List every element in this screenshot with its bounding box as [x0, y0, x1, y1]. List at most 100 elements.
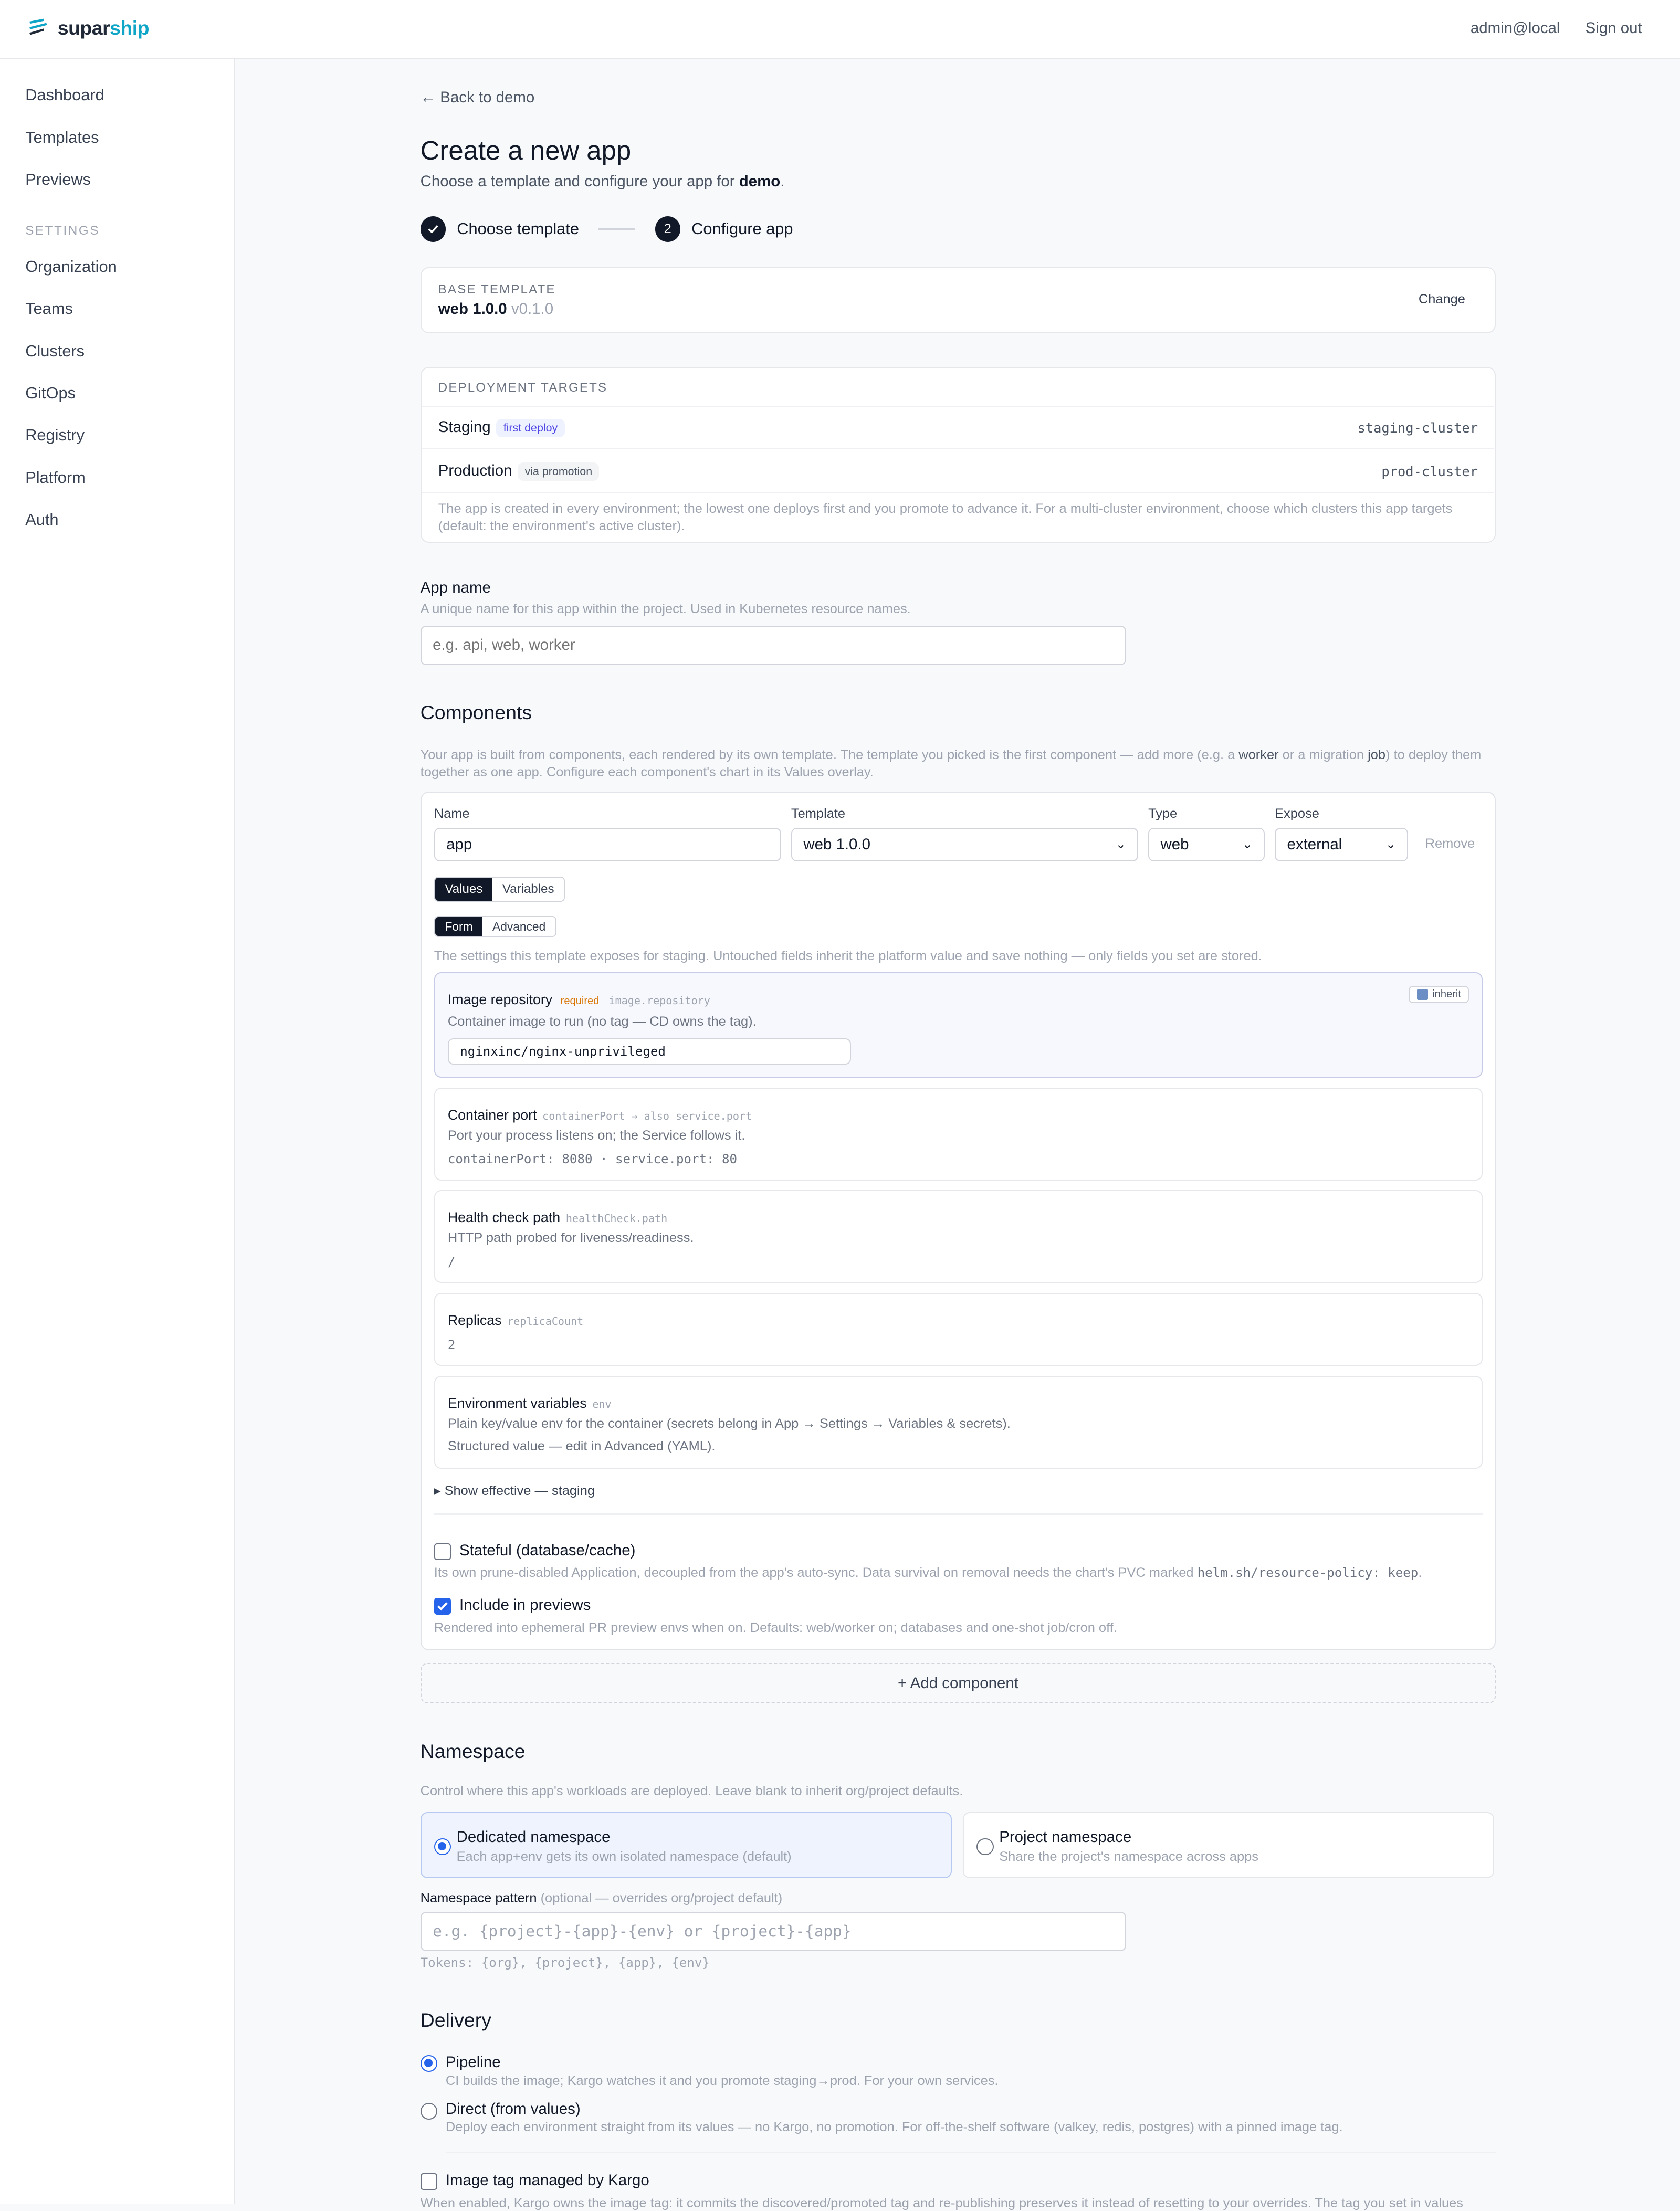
deployment-targets-card: DEPLOYMENT TARGETS Staging first deploy s… — [420, 366, 1496, 543]
inherit-icon — [1416, 988, 1429, 1001]
sidebar-item-previews[interactable]: Previews — [25, 170, 91, 189]
base-template-card: BASE TEMPLATE web 1.0.0 v0.1.0 Change — [420, 267, 1496, 333]
brand-name: suparship — [57, 17, 150, 39]
component-template-select[interactable]: web 1.0.0 ⌄ — [791, 827, 1139, 861]
step-choose-template[interactable]: Choose template — [457, 219, 579, 238]
step-number: 2 — [655, 216, 680, 242]
logo[interactable]: suparship — [28, 17, 150, 39]
component-type-select[interactable]: web ⌄ — [1148, 827, 1265, 861]
values-variables-tabs: Values Variables — [434, 877, 565, 902]
chevron-down-icon: ⌄ — [1385, 837, 1396, 852]
base-template-caption: BASE TEMPLATE — [438, 282, 556, 297]
namespace-tokens: Tokens: {org}, {project}, {app}, {env} — [420, 1955, 710, 1970]
namespace-pattern-input[interactable]: e.g. {project}-{app}-{env} or {project}-… — [420, 1911, 1126, 1951]
components-desc: Your app is built from components, each … — [420, 747, 1482, 780]
component-template-label: Template — [791, 806, 846, 822]
option-title: Dedicated namespace — [456, 1828, 611, 1846]
step-configure-app: Configure app — [691, 219, 793, 238]
field-health-check: Health check path healthCheck.path HTTP p… — [434, 1190, 1483, 1283]
sidebar-item-clusters[interactable]: Clusters — [25, 342, 85, 361]
field-desc: Port your process listens on; the Servic… — [447, 1128, 746, 1143]
field-value: containerPort: 8080 · service.port: 80 — [447, 1152, 738, 1167]
tab-values[interactable]: Values — [435, 878, 493, 901]
field-title: Image repository required image.reposito… — [447, 992, 710, 1008]
deployment-targets-caption: DEPLOYMENT TARGETS — [438, 380, 608, 395]
kargo-managed-desc: When enabled, Kargo owns the image tag: … — [420, 2195, 1464, 2210]
tab-advanced[interactable]: Advanced — [482, 917, 555, 936]
component-expose-label: Expose — [1275, 806, 1319, 822]
sidebar-item-teams[interactable]: Teams — [25, 299, 73, 318]
check-icon — [437, 1602, 448, 1611]
sidebar-item-gitops[interactable]: GitOps — [25, 384, 76, 403]
namespace-option-dedicated[interactable]: Dedicated namespace Each app+env gets it… — [420, 1812, 952, 1878]
stateful-label: Stateful (database/cache) — [459, 1541, 636, 1559]
field-title: Environment variables env — [447, 1395, 612, 1411]
field-desc: Plain key/value env for the container (s… — [447, 1416, 1011, 1431]
image-repository-input[interactable]: nginxinc/nginx-unprivileged — [447, 1038, 852, 1065]
app-name-label: App name — [420, 579, 491, 597]
direct-radio[interactable] — [420, 2102, 437, 2120]
field-value: / — [447, 1254, 456, 1269]
sidebar-item-auth[interactable]: Auth — [25, 510, 58, 529]
add-component-button[interactable]: + Add component — [420, 1662, 1496, 1704]
kargo-managed-checkbox[interactable] — [420, 2173, 437, 2190]
namespace-option-project[interactable]: Project namespace Share the project's na… — [963, 1812, 1495, 1878]
app-name-input[interactable] — [420, 625, 1126, 665]
option-desc: Share the project's namespace across app… — [999, 1849, 1259, 1865]
sidebar-item-platform[interactable]: Platform — [25, 468, 86, 487]
namespace-pattern-label: Namespace pattern (optional — overrides … — [420, 1890, 783, 1905]
field-title: Replicas replicaCount — [447, 1312, 584, 1328]
logo-icon — [29, 18, 47, 35]
prod-cluster: prod-cluster — [1381, 463, 1478, 479]
page-subtitle: Choose a template and configure your app… — [420, 173, 785, 191]
sign-out-link[interactable]: Sign out — [1586, 19, 1642, 37]
divider — [434, 1513, 1483, 1515]
field-title: Container port containerPort → also servi… — [447, 1107, 752, 1123]
form-advanced-tabs: Form Advanced — [434, 916, 556, 938]
component-name-input[interactable]: app — [434, 827, 782, 861]
namespace-title: Namespace — [420, 1740, 526, 1763]
field-image-repository: Image repository required image.reposito… — [434, 972, 1483, 1078]
chevron-down-icon: ⌄ — [1115, 837, 1126, 852]
delivery-title: Delivery — [420, 2008, 491, 2031]
check-icon — [420, 216, 446, 242]
component-name-label: Name — [434, 806, 470, 822]
include-previews-desc: Rendered into ephemeral PR preview envs … — [434, 1620, 1117, 1635]
field-container-port: Container port containerPort → also servi… — [434, 1087, 1483, 1181]
tab-form[interactable]: Form — [435, 917, 483, 936]
include-previews-checkbox[interactable] — [434, 1597, 451, 1615]
chevron-down-icon: ⌄ — [1242, 837, 1253, 852]
back-link[interactable]: ← Back to demo — [421, 89, 535, 107]
field-value: 2 — [447, 1337, 456, 1352]
pipeline-desc: CI builds the image; Kargo watches it an… — [445, 2073, 999, 2088]
tab-variables[interactable]: Variables — [492, 878, 564, 901]
sidebar-section-settings: SETTINGS — [25, 223, 100, 238]
component-type-label: Type — [1148, 806, 1178, 822]
field-desc: Container image to run (no tag — CD owns… — [447, 1014, 757, 1029]
field-value: Structured value — edit in Advanced (YAM… — [447, 1438, 716, 1454]
deployment-note: The app is created in every environment;… — [438, 501, 1453, 534]
divider — [421, 406, 1494, 407]
change-template-button[interactable]: Change — [1419, 292, 1465, 307]
sidebar-item-templates[interactable]: Templates — [25, 128, 99, 147]
include-previews-label: Include in previews — [459, 1596, 591, 1614]
inherit-button[interactable]: inherit — [1409, 986, 1469, 1003]
top-bar: suparship admin@local Sign out — [0, 0, 1680, 59]
direct-desc: Deploy each environment straight from it… — [445, 2120, 1343, 2135]
sidebar-item-organization[interactable]: Organization — [25, 257, 117, 276]
pipeline-radio[interactable] — [420, 2055, 437, 2072]
component-expose-select[interactable]: external ⌄ — [1275, 827, 1409, 861]
project-radio[interactable] — [976, 1838, 994, 1855]
show-effective-toggle[interactable]: ▸ Show effective — staging — [434, 1482, 595, 1499]
sidebar-item-registry[interactable]: Registry — [25, 426, 85, 445]
stateful-desc: Its own prune-disabled Application, deco… — [434, 1565, 1422, 1581]
kargo-managed-label: Image tag managed by Kargo — [445, 2172, 649, 2189]
project-name: demo — [739, 173, 781, 191]
dedicated-radio[interactable] — [434, 1838, 451, 1855]
stateful-checkbox[interactable] — [434, 1543, 451, 1560]
namespace-desc: Control where this app's workloads are d… — [420, 1784, 963, 1799]
target-staging: Staging first deploy — [438, 418, 565, 438]
remove-component-button[interactable]: Remove — [1425, 836, 1475, 851]
first-deploy-badge: first deploy — [496, 418, 565, 438]
sidebar-item-dashboard[interactable]: Dashboard — [25, 86, 104, 104]
